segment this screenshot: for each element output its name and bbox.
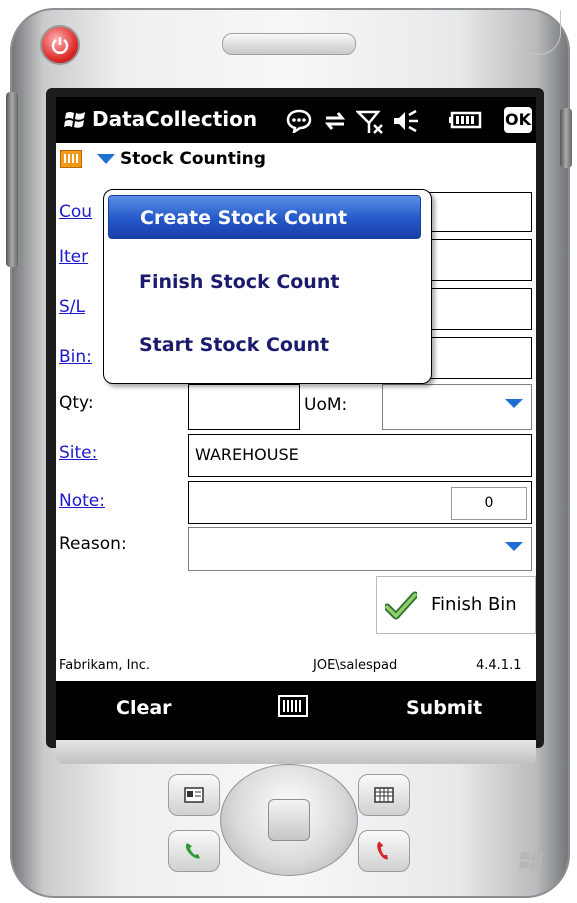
signal-off-icon[interactable] [356, 109, 384, 135]
site-link[interactable]: Site: [59, 443, 97, 463]
calendar-icon [374, 787, 394, 803]
finish-bin-label: Finish Bin [431, 594, 517, 615]
ok-icon: OK [505, 110, 531, 129]
uom-select[interactable] [382, 384, 532, 430]
count-link[interactable]: Cou [59, 202, 92, 222]
speaker-muted-icon[interactable] [392, 109, 420, 133]
reason-select[interactable] [188, 527, 532, 571]
checkmark-icon [385, 591, 417, 620]
screen-title: Stock Counting [120, 149, 266, 169]
power-icon [51, 37, 69, 54]
actions-menu: Create Stock Count Finish Stock Count St… [103, 189, 432, 384]
screen: DataCollection OK Stock Counting Cou Ite… [56, 97, 536, 740]
submit-button[interactable]: Submit [406, 697, 482, 719]
side-button-left[interactable] [6, 92, 18, 267]
qty-field[interactable] [188, 384, 300, 430]
menu-item-start-stock-count[interactable]: Start Stock Count [108, 323, 421, 367]
count-field[interactable] [424, 192, 532, 232]
phone-end-icon [377, 841, 388, 860]
action-button[interactable] [268, 799, 310, 841]
softkey-bar: Clear Submit [56, 681, 536, 740]
finish-bin-button[interactable]: Finish Bin [376, 576, 536, 634]
contact-card-icon [184, 787, 204, 803]
left-soft-button[interactable] [168, 774, 220, 816]
chevron-down-icon [505, 542, 523, 551]
reason-label: Reason: [59, 534, 127, 554]
bin-field[interactable] [424, 337, 532, 379]
windows-flag-icon[interactable] [64, 109, 88, 131]
company-name: Fabrikam, Inc. [59, 658, 151, 673]
call-button[interactable] [168, 830, 220, 872]
status-bar: Fabrikam, Inc. JOE\salespad 4.4.1.1 [56, 651, 536, 681]
site-field[interactable]: WAREHOUSE [188, 434, 532, 477]
hardware-controls [152, 758, 424, 886]
bin-link[interactable]: Bin: [59, 347, 92, 367]
title-bar: DataCollection OK [56, 97, 536, 143]
ok-button[interactable]: OK [504, 107, 532, 133]
triangle-down-icon[interactable] [96, 153, 116, 165]
menu-item-finish-stock-count[interactable]: Finish Stock Count [108, 260, 421, 304]
right-soft-button[interactable] [358, 774, 410, 816]
sl-link[interactable]: S/L [59, 297, 85, 317]
note-link[interactable]: Note: [59, 491, 105, 511]
note-field[interactable]: 0 [188, 481, 532, 524]
chevron-down-icon [505, 399, 523, 408]
power-button[interactable] [40, 25, 80, 65]
qty-label: Qty: [59, 393, 94, 413]
keyboard-icon[interactable] [60, 150, 82, 168]
user-name: JOE\salespad [313, 658, 398, 673]
sync-icon[interactable] [322, 109, 348, 133]
side-button-right[interactable] [560, 108, 572, 168]
phone-call-icon [185, 843, 200, 859]
note-count: 0 [484, 495, 494, 511]
item-link[interactable]: Iter [59, 247, 88, 267]
end-call-button[interactable] [358, 830, 410, 872]
uom-label: UoM: [304, 395, 348, 415]
version: 4.4.1.1 [476, 658, 522, 673]
sl-field[interactable] [424, 288, 532, 330]
notification-icon[interactable] [286, 109, 312, 133]
menu-item-create-stock-count[interactable]: Create Stock Count [108, 195, 421, 239]
windows-flag-icon [519, 852, 543, 870]
app-title: DataCollection [92, 107, 258, 131]
stylus-slot [515, 10, 561, 55]
earpiece-speaker [222, 33, 356, 55]
clear-button[interactable]: Clear [116, 697, 172, 719]
note-count-box: 0 [451, 487, 527, 520]
app-header: Stock Counting [56, 143, 536, 175]
battery-icon[interactable] [449, 109, 483, 131]
keyboard-icon[interactable] [278, 695, 308, 717]
item-field[interactable] [424, 239, 532, 281]
